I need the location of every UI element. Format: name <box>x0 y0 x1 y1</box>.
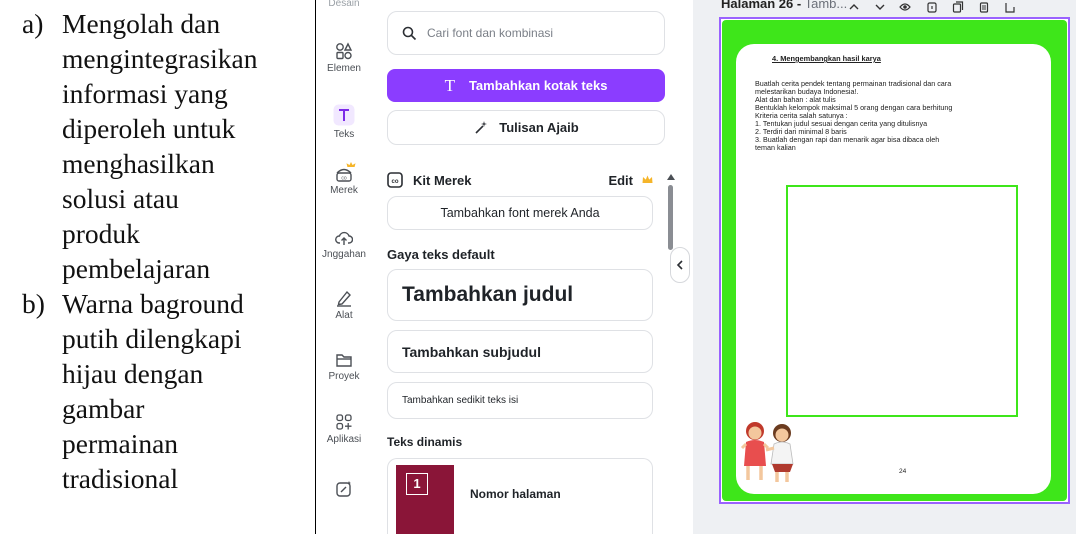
apps-icon <box>336 414 352 430</box>
page-title-text: Tamb... <box>804 0 848 11</box>
children-playing-illustration <box>740 422 794 482</box>
font-search-input[interactable]: Cari font dan kombinasi <box>387 11 665 55</box>
magic-icon <box>336 481 351 497</box>
brand-kit-label: Kit Merek <box>413 172 472 188</box>
add-textbox-label: Tambahkan kotak teks <box>468 78 608 93</box>
brand-kit-row: co Kit Merek Edit <box>387 170 657 190</box>
add-subheading-label: Tambahkan subjudul <box>402 343 541 360</box>
list-line: tradisional <box>62 463 179 494</box>
panel-scrollbar[interactable] <box>668 185 673 250</box>
sidebar-item-brand[interactable]: co Merek <box>318 162 370 196</box>
sidebar-item-label: Jnggahan <box>322 249 366 260</box>
left-text-column: a) Mengolah dan mengintegrasikan informa… <box>0 0 316 534</box>
page-title[interactable]: Halaman 26 - Tamb... <box>721 0 847 11</box>
search-placeholder: Cari font dan kombinasi <box>427 26 554 40</box>
list-line: menghasilkan <box>62 148 215 179</box>
collapse-panel-button[interactable] <box>670 247 690 283</box>
default-styles-heading: Gaya teks default <box>387 247 495 262</box>
sidebar-item-design[interactable]: Desain <box>318 0 370 9</box>
magic-write-button[interactable]: Tulisan Ajaib <box>387 110 665 145</box>
list-line: putih dilengkapi <box>62 323 242 354</box>
list-marker: a) <box>22 8 44 39</box>
page-number-card[interactable]: 1 Nomor halaman <box>387 458 653 534</box>
sidebar-item-projects[interactable]: Proyek <box>318 352 370 382</box>
search-icon <box>402 26 417 40</box>
sidebar-item-elements[interactable]: Elemen <box>318 42 370 74</box>
list-line: Warna baground <box>62 288 244 319</box>
add-body-label: Tambahkan sedikit teks isi <box>402 395 519 406</box>
brand-icon: co <box>336 162 356 182</box>
add-subheading-button[interactable]: Tambahkan subjudul <box>387 330 653 373</box>
sidebar-item-uploads[interactable]: Jnggahan <box>318 230 370 260</box>
list-item-b: b) Warna baground putih dilengkapi hijau… <box>22 286 315 496</box>
add-textbox-button[interactable]: T Tambahkan kotak teks <box>387 69 665 102</box>
list-line: solusi atau <box>62 183 179 214</box>
sidebar-item-label: Aplikasi <box>326 434 362 445</box>
text-t-icon: T <box>444 75 455 95</box>
brand-kit-edit-link[interactable]: Edit <box>608 173 633 188</box>
dynamic-text-heading: Teks dinamis <box>387 435 463 449</box>
list-line: permainan <box>62 428 179 459</box>
add-body-text-button[interactable]: Tambahkan sedikit teks isi <box>387 382 653 419</box>
story-writing-box <box>786 185 1018 417</box>
page-number-thumbnail: 1 <box>396 465 454 534</box>
sidebar-item-label: Desain <box>328 0 360 9</box>
draw-icon <box>337 290 351 307</box>
list-line: Mengolah dan <box>62 8 221 39</box>
editor-sidebar: Desain Elemen Teks co Merek Jnggahan Ala… <box>318 0 370 534</box>
magic-write-label: Tulisan Ajaib <box>499 120 579 135</box>
list-line: informasi yang <box>62 78 228 109</box>
chevron-up-icon[interactable] <box>848 1 860 13</box>
text-panel: Cari font dan kombinasi T Tambahkan kota… <box>372 0 684 534</box>
text-icon <box>333 104 355 126</box>
sidebar-item-label: Proyek <box>328 371 360 382</box>
elements-icon <box>336 42 353 60</box>
lock-icon[interactable] <box>926 1 938 13</box>
page-label: Halaman 26 - <box>721 0 802 11</box>
delete-page-icon[interactable] <box>978 1 990 13</box>
add-heading-button[interactable]: Tambahkan judul <box>387 269 653 321</box>
document-heading: 4. Mengembangkan hasil karya <box>772 54 881 63</box>
list-line: produk <box>62 218 140 249</box>
sidebar-item-label: Teks <box>333 129 355 140</box>
list-line: pembelajaran <box>62 253 211 284</box>
list-line: mengintegrasikan <box>62 43 258 74</box>
list-item-a: a) Mengolah dan mengintegrasikan informa… <box>22 6 315 286</box>
eye-hide-icon[interactable] <box>899 1 911 13</box>
add-brand-font-label: Tambahkan font merek Anda <box>440 206 600 220</box>
chevron-left-icon <box>676 260 683 270</box>
sidebar-item-label: Merek <box>330 185 358 196</box>
folder-icon <box>336 354 352 367</box>
page-toolbar: Halaman 26 - Tamb... <box>693 0 1076 16</box>
crown-icon <box>642 175 653 183</box>
upload-icon <box>335 231 353 245</box>
duplicate-page-icon[interactable] <box>952 1 964 13</box>
list-marker: b) <box>22 288 45 319</box>
list-line: gambar <box>62 393 145 424</box>
list-line: diperoleh untuk <box>62 113 236 144</box>
sidebar-item-label: Elemen <box>327 63 361 74</box>
sidebar-item-draw[interactable]: Alat <box>318 289 370 321</box>
document-page-number: 24 <box>899 468 907 475</box>
list-line: hijau dengan <box>62 358 204 389</box>
sidebar-item-label: Alat <box>335 310 353 321</box>
svg-text:co: co <box>391 179 398 185</box>
sidebar-item-text[interactable]: Teks <box>318 104 370 140</box>
magic-pen-icon <box>475 120 488 134</box>
scroll-up-arrow[interactable] <box>667 174 675 180</box>
add-brand-font-button[interactable]: Tambahkan font merek Anda <box>387 196 653 230</box>
document-line: teman kalian <box>755 143 796 152</box>
sidebar-item-apps[interactable]: Aplikasi <box>318 413 370 445</box>
add-heading-label: Tambahkan judul <box>402 283 574 306</box>
page-number-label: Nomor halaman <box>470 487 561 501</box>
page-number-tile: 1 <box>406 473 428 495</box>
sidebar-item-magic[interactable] <box>318 480 370 501</box>
brand-kit-icon: co <box>387 172 403 188</box>
chevron-down-icon[interactable] <box>874 1 886 13</box>
add-page-icon[interactable] <box>1004 1 1016 13</box>
svg-text:co: co <box>341 176 347 182</box>
